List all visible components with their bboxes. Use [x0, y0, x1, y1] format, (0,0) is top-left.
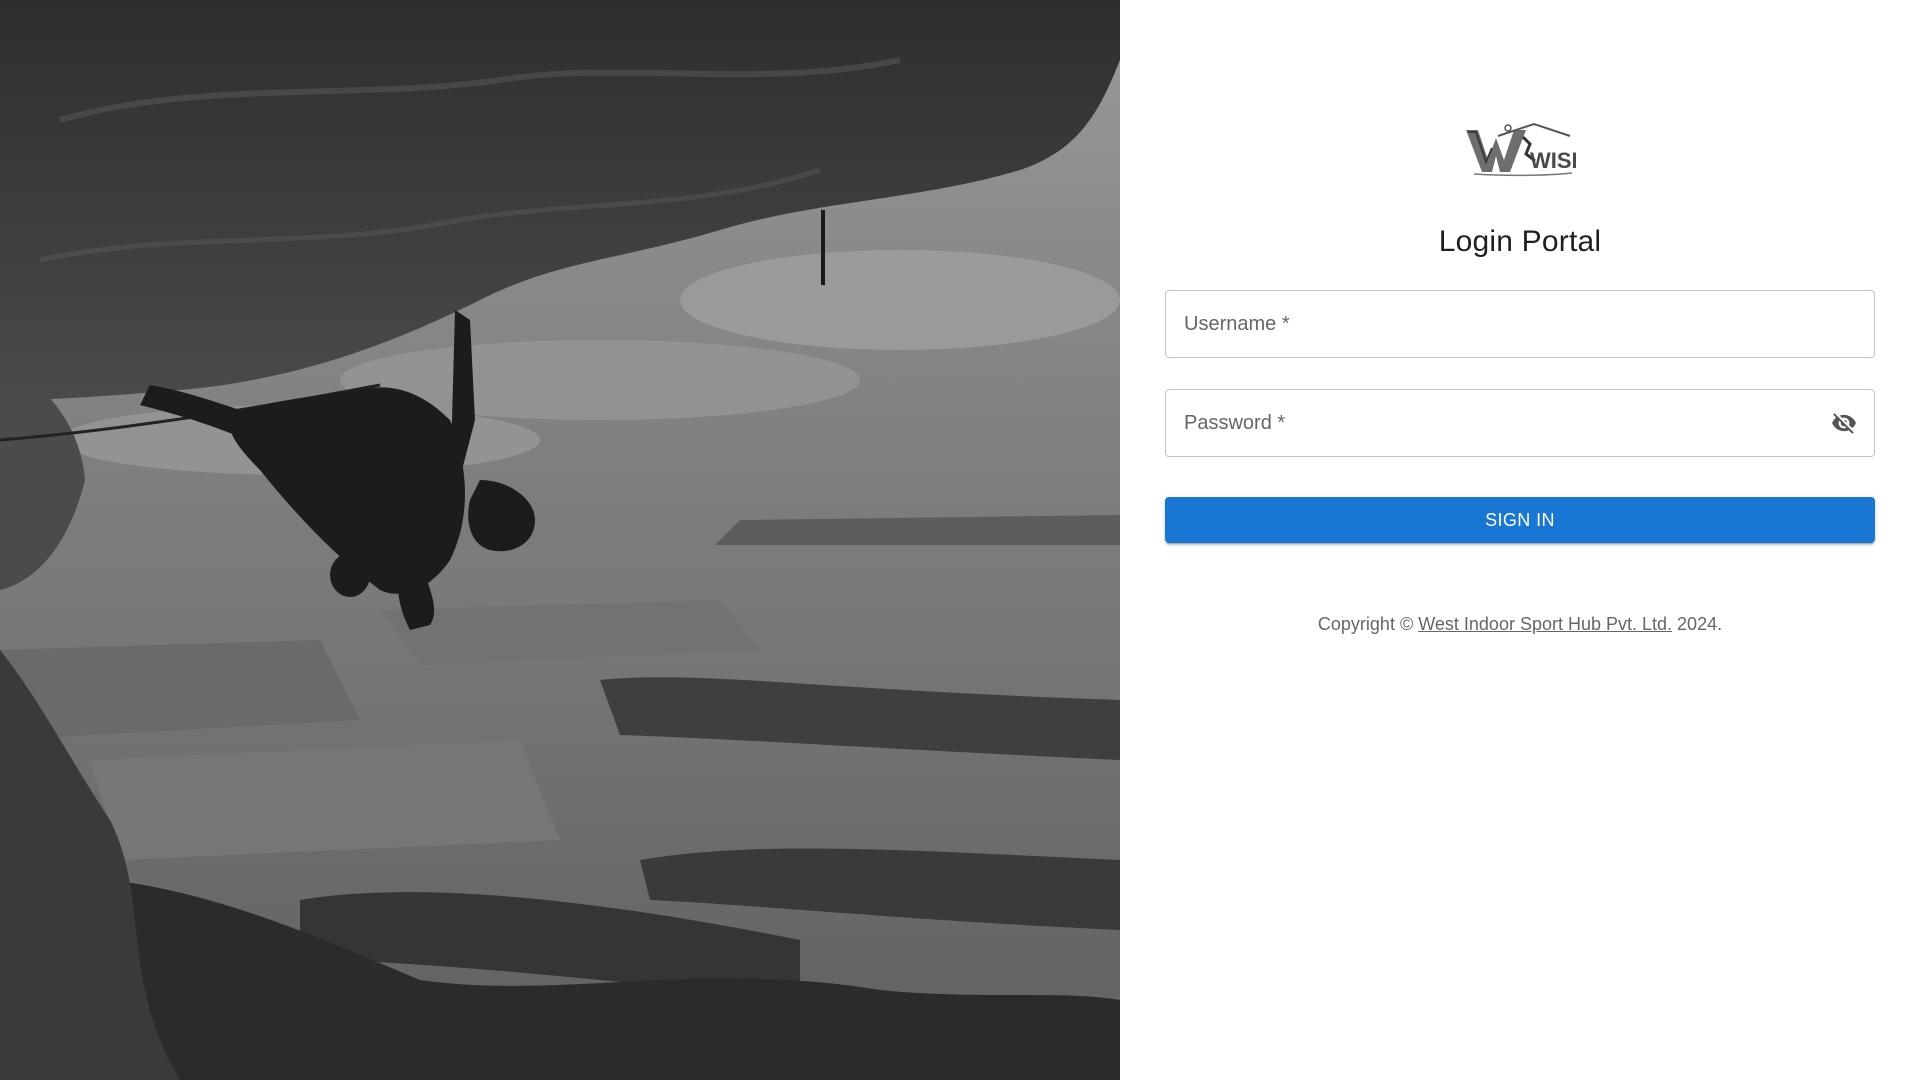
- company-link[interactable]: West Indoor Sport Hub Pvt. Ltd.: [1418, 614, 1672, 634]
- copyright-year: 2024.: [1677, 614, 1723, 634]
- hero-image: [0, 0, 1120, 1080]
- copyright-text: Copyright © West Indoor Sport Hub Pvt. L…: [1318, 613, 1722, 635]
- login-form: WISH Login Portal SIGN IN Copyright ©: [1164, 120, 1876, 635]
- username-field[interactable]: [1165, 290, 1875, 358]
- username-input[interactable]: [1166, 291, 1874, 357]
- visibility-off-icon: [1832, 413, 1856, 434]
- login-panel: WISH Login Portal SIGN IN Copyright ©: [1120, 0, 1920, 1080]
- password-input[interactable]: [1166, 390, 1874, 456]
- sign-in-button[interactable]: SIGN IN: [1165, 497, 1875, 543]
- copyright-prefix: Copyright ©: [1317, 614, 1414, 634]
- password-field[interactable]: [1165, 389, 1875, 457]
- wish-logo-icon: WISH: [1466, 122, 1576, 177]
- rock-climber-photo: [0, 0, 1120, 1080]
- page-title: Login Portal: [1438, 225, 1602, 258]
- logo-text: WISH: [1530, 148, 1576, 173]
- toggle-password-visibility-button[interactable]: [1826, 405, 1862, 441]
- login-page: WISH Login Portal SIGN IN Copyright ©: [0, 0, 1920, 1080]
